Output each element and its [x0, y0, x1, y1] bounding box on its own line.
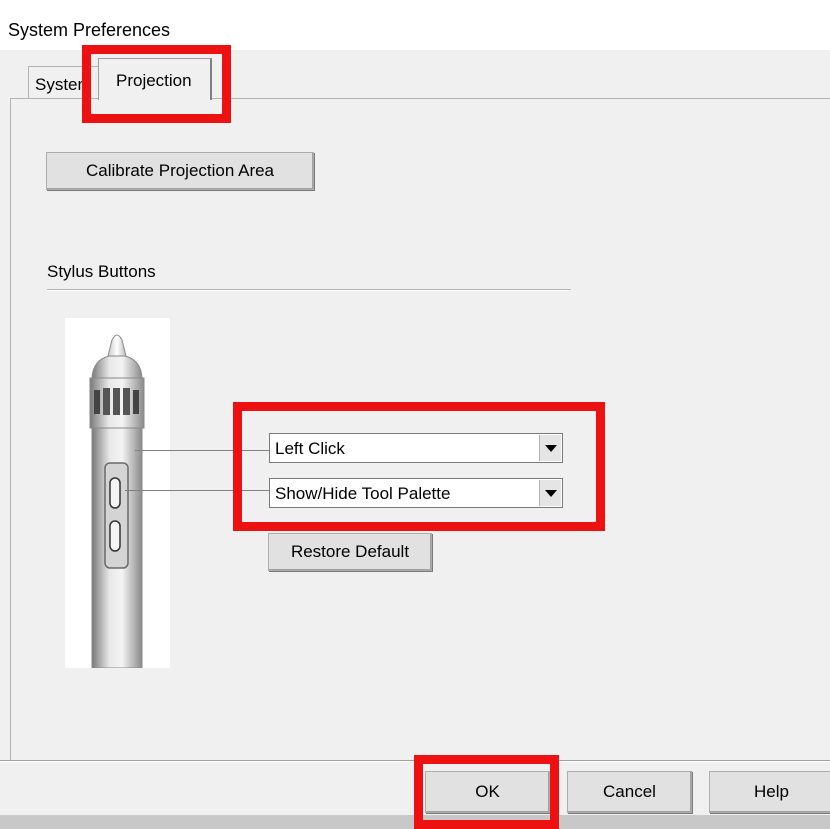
restore-default-button[interactable]: Restore Default [268, 533, 432, 571]
chevron-down-icon[interactable] [539, 435, 561, 461]
ok-button[interactable]: OK [425, 771, 550, 813]
window-title: System Preferences [8, 20, 171, 40]
chevron-down-icon[interactable] [539, 480, 561, 506]
calibrate-projection-area-button[interactable]: Calibrate Projection Area [46, 152, 314, 190]
tab-projection[interactable]: Projection [98, 58, 212, 100]
title-bar: System Preferences [0, 0, 830, 50]
upper-button-leader-line [135, 450, 269, 451]
cancel-button[interactable]: Cancel [567, 771, 692, 813]
upper-button-action-value: Left Click [275, 439, 345, 458]
tab-system[interactable]: System [28, 66, 100, 98]
group-divider [47, 289, 571, 291]
window-shadow [0, 815, 830, 829]
lower-button-action-select[interactable]: Show/Hide Tool Palette [269, 478, 563, 508]
footer-divider [0, 760, 830, 762]
lower-button-action-value: Show/Hide Tool Palette [275, 484, 451, 503]
lower-button-leader-line [125, 490, 269, 491]
stylus-pen-image [65, 318, 170, 669]
stylus-pen-icon [89, 334, 145, 669]
system-preferences-window: System Preferences System Projection Cal… [0, 0, 830, 815]
stylus-buttons-group-label: Stylus Buttons [47, 262, 156, 281]
upper-button-action-select[interactable]: Left Click [269, 433, 563, 463]
help-button[interactable]: Help [709, 771, 830, 813]
